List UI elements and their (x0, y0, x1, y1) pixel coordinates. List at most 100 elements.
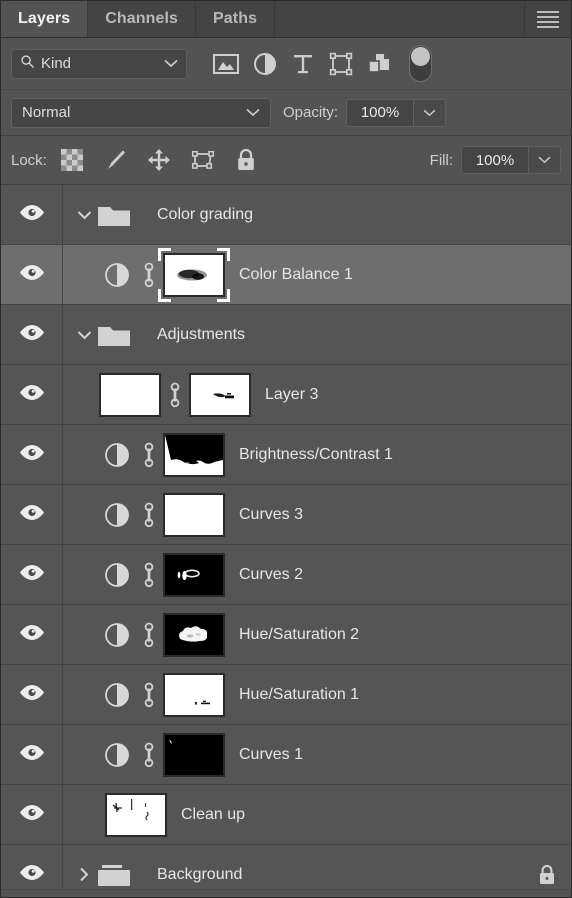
layer-mask-thumbnail[interactable] (163, 432, 225, 477)
layer-row[interactable]: Hue/Saturation 2 (1, 605, 571, 665)
filter-smart-objects-icon[interactable] (367, 52, 391, 76)
layer-list[interactable]: Color grading Color Balance 1 Adjustment… (1, 185, 571, 889)
layer-mask-thumbnail[interactable] (158, 247, 230, 302)
layer-row-body[interactable]: Curves 1 (63, 725, 571, 784)
layer-mask-link-icon[interactable] (135, 680, 163, 710)
layer-visibility-toggle[interactable] (1, 485, 63, 544)
tab-layers[interactable]: Layers (1, 1, 89, 37)
layer-mask-link-icon[interactable] (135, 500, 163, 530)
layer-visibility-toggle[interactable] (1, 185, 63, 244)
opacity-stepper-button[interactable] (413, 99, 446, 126)
layer-row[interactable]: Brightness/Contrast 1 (1, 425, 571, 485)
filter-kind-dropdown[interactable]: Kind (11, 48, 187, 79)
layer-visibility-toggle[interactable] (1, 545, 63, 604)
layer-row-body[interactable]: Layer 3 (63, 365, 571, 424)
layer-visibility-toggle[interactable] (1, 245, 63, 304)
layer-row[interactable]: Color grading (1, 185, 571, 245)
layer-visibility-toggle[interactable] (1, 665, 63, 724)
layer-name-label[interactable]: Layer 3 (265, 386, 318, 404)
filter-enable-toggle[interactable] (409, 45, 432, 82)
tab-channels[interactable]: Channels (88, 1, 197, 37)
layer-name-label[interactable]: Brightness/Contrast 1 (239, 446, 393, 464)
layer-visibility-toggle[interactable] (1, 845, 63, 889)
layer-mask-thumbnail[interactable] (163, 552, 225, 597)
layer-name-label[interactable]: Hue/Saturation 1 (239, 686, 359, 704)
layer-visibility-toggle[interactable] (1, 305, 63, 364)
layer-row-body[interactable]: Curves 2 (63, 545, 571, 604)
layer-name-label[interactable]: Curves 3 (239, 506, 303, 524)
layer-name-label[interactable]: Hue/Saturation 2 (239, 626, 359, 644)
layer-name-label[interactable]: Curves 2 (239, 566, 303, 584)
layer-row-body[interactable]: Hue/Saturation 1 (63, 665, 571, 724)
chevron-right-icon[interactable] (71, 867, 97, 882)
layer-name-label[interactable]: Color grading (157, 206, 253, 224)
filter-pixel-layers-icon[interactable] (213, 53, 239, 75)
lock-transparent-pixels-icon[interactable] (60, 149, 83, 171)
lock-artboard-nesting-icon[interactable] (191, 148, 215, 172)
blend-mode-dropdown[interactable]: Normal (11, 97, 271, 128)
adjustment-layer-icon[interactable] (99, 622, 135, 648)
filter-adjustment-layers-icon[interactable] (253, 52, 277, 76)
panel-menu-button[interactable] (525, 1, 571, 37)
filter-type-layers-icon[interactable] (291, 52, 315, 76)
adjustment-layer-icon[interactable] (99, 562, 135, 588)
layer-thumbnail[interactable] (105, 792, 167, 837)
layer-name-label[interactable]: Curves 1 (239, 746, 303, 764)
layer-thumbnail[interactable] (99, 372, 161, 417)
layer-name-label[interactable]: Background (157, 866, 242, 884)
chevron-down-icon[interactable] (71, 210, 97, 220)
layer-row[interactable]: Hue/Saturation 1 (1, 665, 571, 725)
layer-mask-thumbnail[interactable] (163, 732, 225, 777)
layer-row[interactable]: Layer 3 (1, 365, 571, 425)
layer-mask-link-icon[interactable] (135, 740, 163, 770)
layer-row-body[interactable]: Background (63, 845, 571, 889)
layer-row-body[interactable]: Adjustments (63, 305, 571, 364)
layer-name-label[interactable]: Clean up (181, 806, 245, 824)
layer-visibility-toggle[interactable] (1, 365, 63, 424)
layer-row[interactable]: Clean up (1, 785, 571, 845)
layer-row-body[interactable]: Brightness/Contrast 1 (63, 425, 571, 484)
layer-mask-link-icon[interactable] (161, 380, 189, 410)
fill-stepper-button[interactable] (528, 147, 560, 173)
lock-position-icon[interactable] (147, 148, 171, 172)
layer-name-label[interactable]: Color Balance 1 (239, 266, 353, 284)
opacity-value[interactable]: 100% (347, 99, 414, 126)
adjustment-layer-icon[interactable] (99, 682, 135, 708)
layer-row[interactable]: Adjustments (1, 305, 571, 365)
layer-visibility-toggle[interactable] (1, 725, 63, 784)
layer-name-label[interactable]: Adjustments (157, 326, 245, 344)
opacity-field[interactable]: 100% (346, 98, 447, 127)
layer-row[interactable]: Curves 1 (1, 725, 571, 785)
layer-row-body[interactable]: Clean up (63, 785, 571, 844)
layer-mask-link-icon[interactable] (135, 440, 163, 470)
layer-row-body[interactable]: Color grading (63, 185, 571, 244)
tab-paths[interactable]: Paths (196, 1, 276, 37)
layer-row[interactable]: Color Balance 1 (1, 245, 571, 305)
layer-visibility-toggle[interactable] (1, 605, 63, 664)
lock-all-icon[interactable] (235, 148, 257, 172)
layer-mask-link-icon[interactable] (135, 560, 163, 590)
layer-visibility-toggle[interactable] (1, 785, 63, 844)
layer-mask-thumbnail[interactable] (163, 612, 225, 657)
chevron-down-icon[interactable] (71, 330, 97, 340)
layer-row[interactable]: Curves 2 (1, 545, 571, 605)
fill-field[interactable]: 100% (461, 146, 561, 174)
layer-mask-thumbnail[interactable] (189, 372, 251, 417)
layer-mask-link-icon[interactable] (135, 620, 163, 650)
layer-visibility-toggle[interactable] (1, 425, 63, 484)
layer-row[interactable]: Background (1, 845, 571, 889)
layer-row[interactable]: Curves 3 (1, 485, 571, 545)
adjustment-layer-icon[interactable] (99, 442, 135, 468)
layer-row-body[interactable]: Color Balance 1 (63, 245, 571, 304)
lock-image-pixels-icon[interactable] (103, 148, 127, 172)
layer-mask-thumbnail[interactable] (163, 672, 225, 717)
filter-shape-layers-icon[interactable] (329, 52, 353, 76)
layer-mask-thumbnail[interactable] (163, 492, 225, 537)
fill-value[interactable]: 100% (462, 147, 528, 173)
layer-row-body[interactable]: Hue/Saturation 2 (63, 605, 571, 664)
adjustment-layer-icon[interactable] (99, 262, 135, 288)
adjustment-layer-icon[interactable] (99, 502, 135, 528)
layer-mask-link-icon[interactable] (135, 260, 163, 290)
adjustment-layer-icon[interactable] (99, 742, 135, 768)
layer-row-body[interactable]: Curves 3 (63, 485, 571, 544)
